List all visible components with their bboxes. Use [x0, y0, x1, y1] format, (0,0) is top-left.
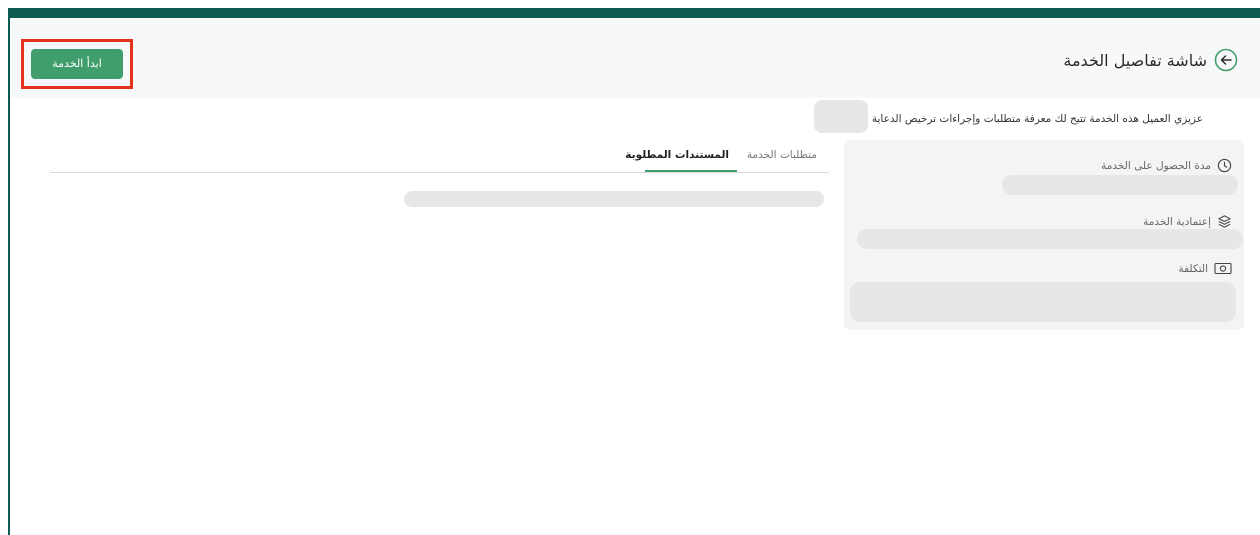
cost-label: التكلفة: [1178, 262, 1208, 275]
back-arrow-icon[interactable]: [1214, 48, 1238, 72]
layers-icon: [1218, 215, 1231, 228]
clock-icon: [1217, 158, 1232, 173]
service-tabs: متطلبات الخدمة المستندات المطلوبة: [50, 141, 829, 173]
money-icon: [1214, 262, 1232, 275]
service-info-panel: مدة الحصول على الخدمة إعتمادية الخدمة ال…: [844, 140, 1244, 330]
cost-row: التكلفة: [1178, 262, 1232, 275]
duration-row: مدة الحصول على الخدمة: [1101, 158, 1232, 173]
tab-service-requirements[interactable]: متطلبات الخدمة: [747, 149, 817, 161]
cost-skeleton: [850, 282, 1236, 322]
intro-text: عزيزي العميل هذه الخدمة تتيح لك معرفة مت…: [863, 113, 1203, 125]
page-title: شاشة تفاصيل الخدمة: [1063, 51, 1207, 70]
start-service-button[interactable]: ابدأ الخدمة: [31, 49, 123, 79]
tab-required-documents[interactable]: المستندات المطلوبة: [625, 149, 729, 161]
page-header: ابدأ الخدمة شاشة تفاصيل الخدمة: [10, 18, 1260, 98]
app-frame: ابدأ الخدمة شاشة تفاصيل الخدمة عزيزي الع…: [8, 8, 1260, 535]
duration-skeleton: [1002, 175, 1238, 195]
active-tab-indicator: [645, 170, 737, 172]
start-service-highlight: ابدأ الخدمة: [21, 39, 133, 89]
approval-skeleton: [857, 229, 1243, 249]
intro-skeleton: [814, 100, 868, 133]
tab-content-skeleton: [404, 191, 824, 207]
duration-label: مدة الحصول على الخدمة: [1101, 159, 1211, 172]
approval-label: إعتمادية الخدمة: [1143, 215, 1211, 228]
top-bar: [10, 8, 1260, 18]
approval-row: إعتمادية الخدمة: [1143, 214, 1232, 229]
